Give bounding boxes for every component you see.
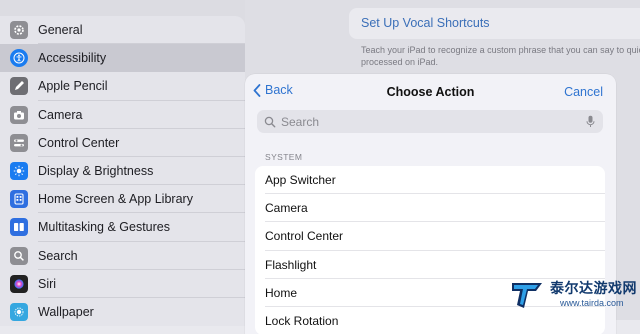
sheet-title: Choose Action <box>386 85 475 99</box>
list-item[interactable]: Camera <box>255 194 605 223</box>
sidebar-item-search[interactable]: Search <box>0 242 245 270</box>
sidebar-item-label: Wallpaper <box>38 304 94 319</box>
microphone-icon[interactable] <box>586 115 595 128</box>
list-item-label: Camera <box>265 201 308 216</box>
sidebar-item-display-brightness[interactable]: Display & Brightness <box>0 157 245 186</box>
sidebar-item-apple-pencil[interactable]: Apple Pencil <box>0 72 245 101</box>
multitasking-icon <box>10 218 28 237</box>
navigation-bar: Back Choose Action Cancel <box>245 74 616 110</box>
sidebar-item-label: Multitasking & Gestures <box>38 220 170 235</box>
sidebar-item-label: Display & Brightness <box>38 164 154 179</box>
siri-icon <box>10 274 28 293</box>
search-icon <box>264 116 276 128</box>
watermark-url: www.tairda.com <box>560 298 624 308</box>
sidebar-item-camera[interactable]: Camera <box>0 101 245 129</box>
sidebar-item-label: Apple Pencil <box>38 79 108 94</box>
list-item-label: Flashlight <box>265 257 317 272</box>
vocal-shortcuts-link[interactable]: Set Up Vocal Shortcuts <box>361 16 490 30</box>
control-center-icon <box>10 133 28 152</box>
sidebar-item-label: Camera <box>38 107 83 122</box>
watermark: 泰尔达游戏网 www.tairda.com <box>508 272 640 320</box>
sidebar-item-accessibility[interactable]: Accessibility <box>0 44 245 73</box>
section-header-system: SYSTEM <box>265 152 303 162</box>
settings-sidebar: General Accessibility Apple Pencil Camer… <box>0 0 245 327</box>
list-item-label: Home <box>265 285 298 300</box>
list-item-label: App Switcher <box>265 173 336 188</box>
accessibility-icon <box>10 49 28 68</box>
list-item[interactable]: App Switcher <box>255 166 605 195</box>
cancel-button[interactable]: Cancel <box>564 85 603 99</box>
sidebar-group: General Accessibility Apple Pencil Camer… <box>0 16 245 327</box>
search-icon <box>10 246 28 265</box>
sidebar-item-control-center[interactable]: Control Center <box>0 129 245 157</box>
list-item[interactable]: Control Center <box>255 222 605 251</box>
sidebar-item-multitasking[interactable]: Multitasking & Gestures <box>0 213 245 242</box>
vocal-shortcuts-description: Teach your iPad to recognize a custom ph… <box>361 45 640 67</box>
home-screen-icon <box>10 190 28 209</box>
sidebar-item-label: Control Center <box>38 135 120 150</box>
watermark-text: 泰尔达游戏网 <box>550 280 637 296</box>
list-item-label: Lock Rotation <box>265 314 339 329</box>
camera-icon <box>10 105 28 124</box>
sidebar-item-label: Accessibility <box>38 51 107 66</box>
sidebar-item-label: General <box>38 23 83 38</box>
wallpaper-icon <box>10 302 28 321</box>
sidebar-item-siri[interactable]: Siri <box>0 270 245 298</box>
sidebar-item-label: Home Screen & App Library <box>38 192 193 207</box>
search-field[interactable] <box>257 110 603 133</box>
list-item-label: Control Center <box>265 229 344 244</box>
sidebar-item-label: Search <box>38 248 78 263</box>
sidebar-item-label: Siri <box>38 276 57 291</box>
pencil-icon <box>10 77 28 96</box>
sidebar-item-home-screen[interactable]: Home Screen & App Library <box>0 185 245 214</box>
sidebar-item-wallpaper[interactable]: Wallpaper <box>0 298 245 326</box>
search-input[interactable] <box>281 114 581 129</box>
sidebar-item-general[interactable]: General <box>0 16 245 45</box>
brightness-icon <box>10 162 28 181</box>
watermark-logo-icon <box>512 283 542 308</box>
gear-icon <box>10 21 28 40</box>
